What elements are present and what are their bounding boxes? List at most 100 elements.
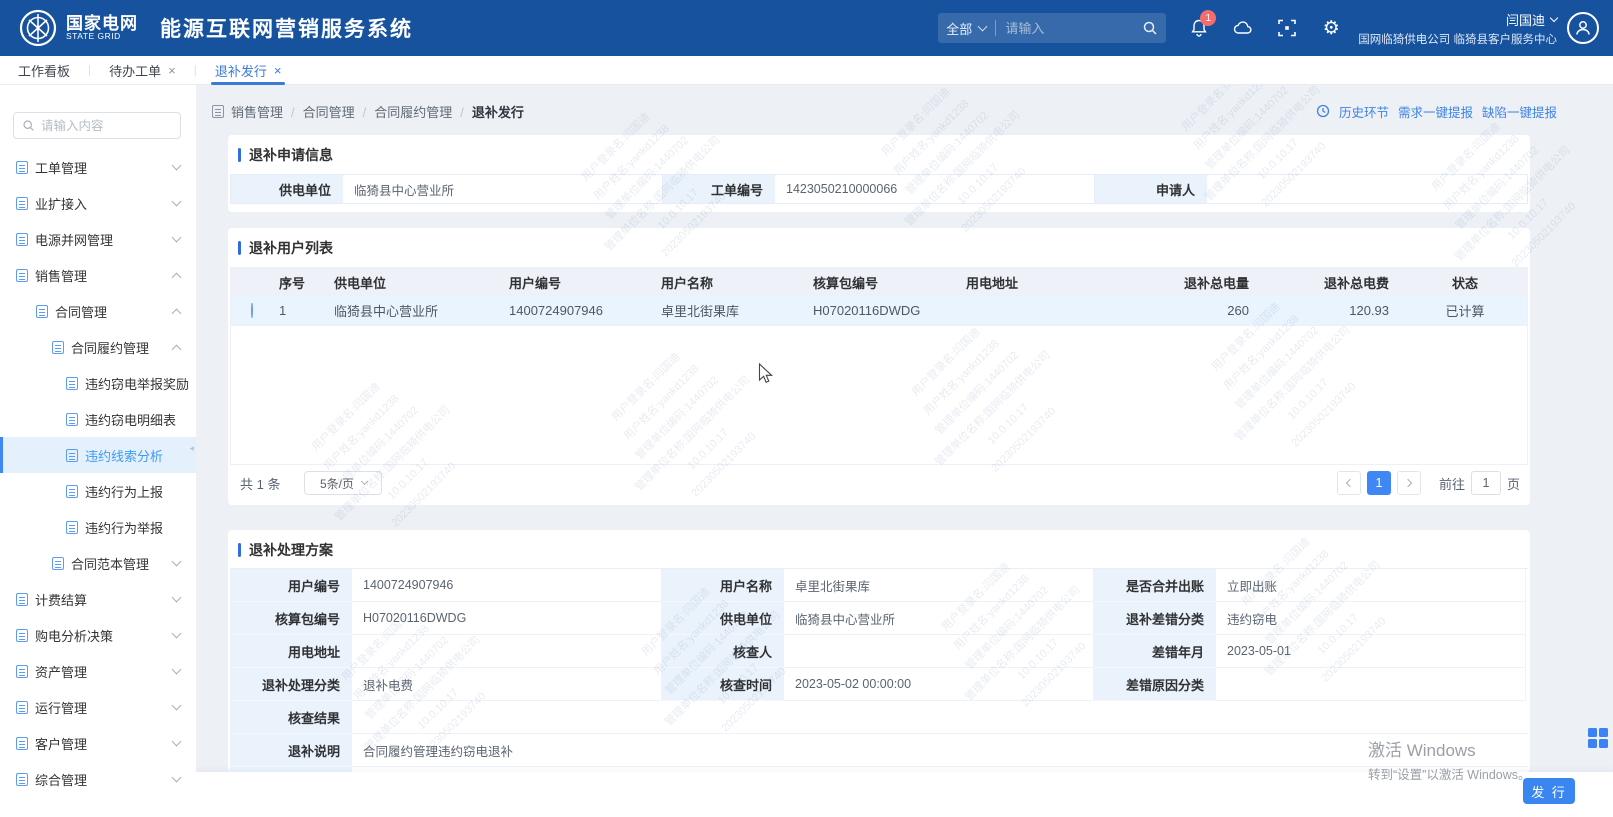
sidebar-item-comprehensive-mgmt[interactable]: 综合管理: [0, 761, 196, 797]
sidebar-item-power-purchase-analysis[interactable]: 购电分析决策: [0, 617, 196, 653]
field-label: 核算包编号: [230, 602, 352, 635]
document-icon: [16, 269, 28, 282]
sidebar-item-sales-mgmt[interactable]: 销售管理: [0, 257, 196, 293]
history-steps-link[interactable]: 历史环节: [1339, 102, 1389, 121]
chevron-up-icon: [172, 272, 182, 282]
cell-user-name: 卓里北街果库: [653, 301, 805, 320]
field-value: 立即出账: [1216, 569, 1526, 602]
sidebar-item-work-order-mgmt[interactable]: 工单管理: [0, 149, 196, 185]
sidebar-item-label: 综合管理: [35, 770, 87, 789]
field-value: 2023-05-01: [1216, 635, 1526, 668]
tab-pending-orders[interactable]: 待办工单 ×: [103, 56, 182, 85]
notification-bell-button[interactable]: 1: [1188, 17, 1210, 39]
sidebar-item-theft-report-reward[interactable]: 违约窃电举报奖励: [0, 365, 196, 401]
avatar[interactable]: [1567, 12, 1599, 44]
issue-button[interactable]: 发 行: [1523, 778, 1575, 804]
sidebar-item-contract-performance-mgmt[interactable]: 合同履约管理: [0, 329, 196, 365]
sidebar-search-input[interactable]: [41, 119, 172, 133]
tab-separator: |: [88, 63, 91, 77]
col-header: 用户名称: [653, 273, 805, 292]
sidebar-item-contract-template-mgmt[interactable]: 合同范本管理: [0, 545, 196, 581]
sidebar-item-business-expansion[interactable]: 业扩接入: [0, 185, 196, 221]
document-icon: [66, 521, 78, 534]
field-value: 1400724907946: [352, 569, 662, 602]
plan-row: 用户编号 1400724907946 用户名称 卓里北街果库 是否合并出账 立即…: [230, 569, 1528, 602]
document-icon: [212, 105, 224, 118]
close-icon[interactable]: ×: [168, 64, 176, 77]
plan-grid: 用户编号 1400724907946 用户名称 卓里北街果库 是否合并出账 立即…: [230, 568, 1528, 772]
chevron-down-icon: [172, 197, 182, 207]
plan-row: 用电地址 核查人 差错年月 2023-05-01: [230, 635, 1528, 668]
user-avatar-icon: [1573, 18, 1593, 38]
next-page-button[interactable]: [1397, 471, 1421, 495]
sidebar-item-customer-mgmt[interactable]: 客户管理: [0, 725, 196, 761]
plan-row-refund-note: 退补说明 合同履约管理违约窃电退补: [230, 734, 1528, 767]
cell-total-energy: 260: [1158, 303, 1283, 318]
close-icon[interactable]: ×: [274, 64, 282, 77]
settings-button[interactable]: ⚙: [1320, 17, 1342, 39]
sidebar-item-grid-connection-mgmt[interactable]: 电源并网管理: [0, 221, 196, 257]
fullscreen-scan-button[interactable]: [1276, 17, 1298, 39]
cloud-button[interactable]: [1232, 17, 1254, 39]
sidebar-item-label: 运行管理: [35, 698, 87, 717]
quick-links: 历史环节 需求一键提报 缺陷一键提报: [1316, 102, 1557, 121]
field-label: 核查时间: [662, 668, 784, 701]
breadcrumb-item: 合同履约管理: [374, 102, 472, 121]
cell-status: 已计算: [1403, 301, 1527, 320]
row-radio-cell: [231, 303, 271, 318]
field-label: 是否合并出账: [1094, 569, 1216, 602]
floating-widget-grid-icon[interactable]: [1588, 728, 1608, 748]
sidebar-item-label: 销售管理: [35, 266, 87, 285]
goto-page-input[interactable]: [1471, 471, 1501, 495]
chevron-down-icon: [172, 701, 182, 711]
tab-work-board[interactable]: 工作看板: [12, 56, 76, 85]
cell-user-no: 1400724907946: [501, 303, 653, 318]
user-name-menu[interactable]: 闫国迪: [1358, 10, 1557, 29]
field-power-supply-unit: 供电单位 临猗县中心营业所: [231, 175, 663, 203]
field-value: 合同履约管理违约窃电退补: [352, 734, 1528, 767]
tab-separator: |: [194, 63, 197, 77]
sidebar-scroll-arrow[interactable]: ◂: [189, 443, 194, 454]
chevron-down-icon: [978, 22, 988, 32]
tab-label: 退补发行: [215, 61, 267, 80]
prev-page-button[interactable]: [1337, 471, 1361, 495]
col-header: 核算包编号: [805, 273, 958, 292]
sidebar-item-asset-mgmt[interactable]: 资产管理: [0, 653, 196, 689]
top-header: 国家电网 STATE GRID 能源互联网营销服务系统 全部: [0, 0, 1613, 56]
row-radio-button[interactable]: [251, 303, 253, 318]
page-button-current[interactable]: 1: [1367, 471, 1391, 495]
demand-submit-link[interactable]: 需求一键提报: [1398, 102, 1473, 121]
sidebar-item-contract-mgmt[interactable]: 合同管理: [0, 293, 196, 329]
pagination-bar: 共 1 条 5条/页 1 前往 页: [240, 470, 1520, 496]
tab-refund-issue[interactable]: 退补发行 ×: [209, 56, 288, 85]
global-search-input[interactable]: [1005, 21, 1142, 36]
table-header-row: 序号 供电单位 用户编号 用户名称 核算包编号 用电地址 退补总电量 退补总电费…: [231, 268, 1527, 296]
field-label: 退补处理分类: [230, 668, 352, 701]
defect-submit-link[interactable]: 缺陷一键提报: [1482, 102, 1557, 121]
chevron-down-icon: [361, 478, 368, 485]
brand-text: 国家电网 STATE GRID: [66, 15, 138, 42]
col-header: 用户编号: [501, 273, 653, 292]
field-label: 差错年月: [1094, 635, 1216, 668]
sidebar-item-breach-behavior-tipoff[interactable]: 违约行为举报: [0, 509, 196, 545]
sidebar-item-label: 违约行为举报: [85, 518, 163, 537]
document-icon: [16, 701, 28, 714]
search-scope-select[interactable]: 全部: [946, 19, 986, 38]
cell-supply-unit: 临猗县中心营业所: [326, 301, 501, 320]
sidebar-item-label: 计费结算: [35, 590, 87, 609]
sidebar-item-operation-mgmt[interactable]: 运行管理: [0, 689, 196, 725]
sidebar-item-billing-settlement[interactable]: 计费结算: [0, 581, 196, 617]
field-label: 工单编号: [663, 175, 775, 203]
plan-row: 核算包编号 H07020116DWDG 供电单位 临猗县中心营业所 退补差错分类…: [230, 602, 1528, 635]
sidebar-item-breach-clue-analysis[interactable]: 违约线索分析: [0, 437, 196, 473]
search-icon[interactable]: [1142, 20, 1158, 36]
global-search: 全部: [938, 13, 1166, 43]
page-size-select[interactable]: 5条/页: [304, 471, 382, 495]
document-icon: [16, 665, 28, 678]
sidebar-item-theft-detail-table[interactable]: 违约窃电明细表: [0, 401, 196, 437]
sidebar-item-label: 合同履约管理: [71, 338, 149, 357]
document-icon: [52, 341, 64, 354]
table-row[interactable]: 1 临猗县中心营业所 1400724907946 卓里北街果库 H0702011…: [231, 296, 1527, 326]
col-header: 退补总电费: [1283, 273, 1403, 292]
sidebar-item-breach-behavior-report[interactable]: 违约行为上报: [0, 473, 196, 509]
